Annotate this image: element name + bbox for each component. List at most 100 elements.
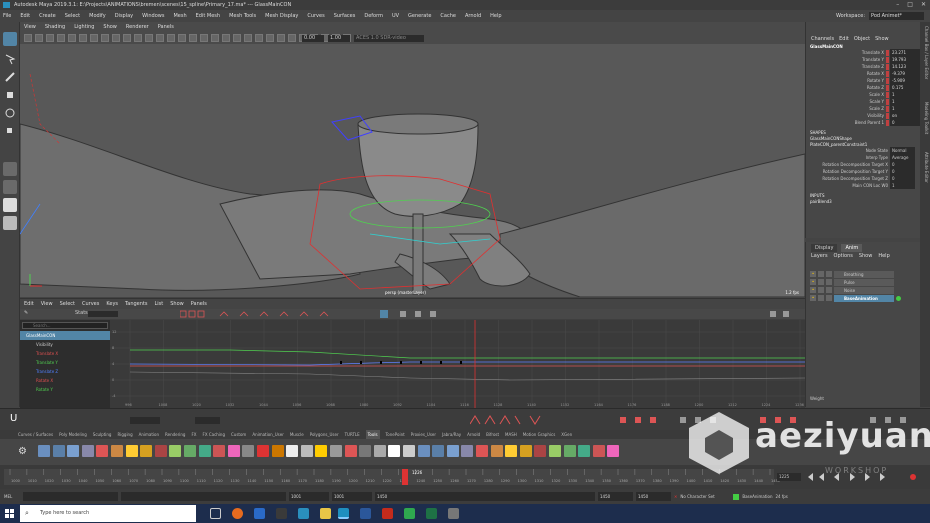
channel-value[interactable]: 14.123 bbox=[890, 63, 920, 70]
shelf-tab[interactable]: Sculpting bbox=[93, 430, 112, 439]
shelf-tool-icon[interactable] bbox=[198, 445, 211, 457]
word-icon[interactable] bbox=[360, 508, 371, 519]
constraint-row[interactable]: Main CON Loc W0 1 bbox=[806, 182, 920, 189]
viewport-toolbar-icon[interactable] bbox=[277, 34, 285, 42]
channel-value[interactable]: -9.379 bbox=[890, 70, 920, 77]
viewport-toolbar-icon[interactable] bbox=[233, 34, 241, 42]
shelf-tab[interactable]: Animation bbox=[139, 430, 159, 439]
outliner-row[interactable]: Visibility bbox=[20, 340, 110, 349]
move-tool-icon[interactable] bbox=[3, 88, 17, 102]
channel-row[interactable]: Rotate Y -5.909 bbox=[806, 77, 920, 84]
shelf-tab[interactable]: Arnold bbox=[467, 430, 480, 439]
viewport-field-a[interactable]: 0.00 bbox=[302, 35, 324, 42]
shelf-tool-icon[interactable] bbox=[549, 445, 561, 457]
app-icon-2[interactable] bbox=[276, 508, 287, 519]
anim-layer-label[interactable]: BaseAnimation bbox=[742, 494, 772, 499]
shelf-tool-icon[interactable] bbox=[213, 445, 226, 457]
layer-menu-layers[interactable]: Layers bbox=[811, 252, 828, 260]
shelf-tab[interactable]: TURTLE bbox=[345, 430, 360, 439]
range-end-b-field[interactable]: 1450 bbox=[636, 492, 671, 501]
viewport-toolbar-icon[interactable] bbox=[178, 34, 186, 42]
viewport-toolbar-icon[interactable] bbox=[90, 34, 98, 42]
layer-visibility-icon[interactable]: • bbox=[810, 295, 816, 301]
menu-deform[interactable]: Deform bbox=[364, 13, 383, 19]
shelf-tool-icon[interactable] bbox=[344, 445, 357, 457]
layer-name[interactable]: Pulse bbox=[834, 278, 894, 286]
viewport-toolbar-icon[interactable] bbox=[35, 34, 43, 42]
shelf-tool-icon[interactable] bbox=[578, 445, 591, 457]
layer-menu-help[interactable]: Help bbox=[878, 252, 889, 260]
menu-windows[interactable]: Windows bbox=[142, 13, 164, 19]
channel-row[interactable]: Translate X 23.271 bbox=[806, 49, 920, 56]
shelf-tool-icon[interactable] bbox=[257, 445, 269, 457]
layer-name[interactable]: Noise bbox=[834, 286, 894, 294]
viewport-toolbar-icon[interactable] bbox=[57, 34, 65, 42]
channel-row[interactable]: Visibility on bbox=[806, 112, 920, 119]
layer-menu-show[interactable]: Show bbox=[859, 252, 873, 260]
menu-mesh[interactable]: Mesh bbox=[173, 13, 186, 19]
rotate-tool-icon[interactable] bbox=[3, 106, 17, 120]
side-tab-modeling-toolkit[interactable]: Modeling Toolkit bbox=[924, 102, 929, 134]
layer-name[interactable]: BaseAnimation bbox=[834, 294, 894, 302]
channel-row[interactable]: Scale Y 1 bbox=[806, 98, 920, 105]
viewport-toolbar-icon[interactable] bbox=[24, 34, 32, 42]
graph-menu-view[interactable]: View bbox=[41, 299, 53, 309]
viewport-toolbar-icon[interactable] bbox=[200, 34, 208, 42]
lasso-tool-icon[interactable] bbox=[3, 52, 17, 66]
channel-tab-object[interactable]: Object bbox=[854, 36, 870, 44]
channel-tab-show[interactable]: Show bbox=[875, 36, 889, 44]
shelf-tool-icon[interactable] bbox=[300, 445, 313, 457]
shelf-tab[interactable]: FX bbox=[191, 430, 196, 439]
taskbar-search-input[interactable]: Type here to search bbox=[20, 505, 196, 522]
shelf-tab[interactable]: Rigging bbox=[117, 430, 132, 439]
app-icon-3[interactable] bbox=[298, 508, 309, 519]
graph-menu-panels[interactable]: Panels bbox=[191, 299, 207, 309]
channel-tab-edit[interactable]: Edit bbox=[839, 36, 849, 44]
3d-viewport[interactable]: persp (masterLayer) 1.2 fps bbox=[20, 44, 805, 297]
layer-lock-icon[interactable] bbox=[826, 295, 832, 301]
shelf-tab[interactable]: TonePoint bbox=[386, 430, 405, 439]
current-frame-field[interactable]: 1225 bbox=[777, 473, 801, 481]
shelf-tool-icon[interactable] bbox=[446, 445, 459, 457]
workspace-dropdown[interactable]: Pod Animet* bbox=[869, 12, 924, 20]
shelf-tab[interactable]: Tools bbox=[365, 430, 380, 439]
graph-tangent-icons[interactable] bbox=[470, 414, 920, 426]
menu-curves[interactable]: Curves bbox=[307, 13, 324, 19]
viewport-menu-shading[interactable]: Shading bbox=[45, 22, 65, 32]
menu-file[interactable]: File bbox=[3, 13, 11, 19]
graph-key-icon[interactable]: ✎ bbox=[24, 310, 28, 316]
shelf-tool-icon[interactable] bbox=[373, 445, 386, 457]
viewport-toolbar-icon[interactable] bbox=[112, 34, 120, 42]
maya-taskbar-icon[interactable] bbox=[338, 508, 349, 519]
channel-row[interactable]: Blend Parent 1 0 bbox=[806, 119, 920, 126]
shelf-tab[interactable]: Motion Graphics bbox=[523, 430, 556, 439]
stats-field[interactable] bbox=[88, 311, 118, 317]
character-set-label[interactable]: No Character Set bbox=[680, 494, 730, 499]
viewport-toolbar-icon[interactable] bbox=[79, 34, 87, 42]
anim-layer-row[interactable]: • Noise bbox=[810, 286, 920, 294]
side-tab-attribute-editor[interactable]: Attribute Editor bbox=[924, 152, 929, 183]
fps-label[interactable]: 24 fps bbox=[776, 494, 788, 499]
layer-mute-icon[interactable] bbox=[818, 295, 824, 301]
playback-controls[interactable] bbox=[805, 472, 925, 482]
outliner-row[interactable]: Translate Y bbox=[20, 358, 110, 367]
layer-mute-icon[interactable] bbox=[818, 287, 824, 293]
maximize-button[interactable]: □ bbox=[907, 0, 913, 10]
shelf-tool-icon[interactable] bbox=[286, 445, 299, 457]
shelf-tab[interactable]: XGen bbox=[561, 430, 572, 439]
shelf-tool-icon[interactable] bbox=[81, 445, 94, 457]
viewport-menu-panels[interactable]: Panels bbox=[158, 22, 174, 32]
outliner-row[interactable]: Rotate X bbox=[20, 376, 110, 385]
shelf-tool-icon[interactable] bbox=[227, 445, 240, 457]
layer-lock-icon[interactable] bbox=[826, 287, 832, 293]
shelf-tab[interactable]: Custom bbox=[231, 430, 246, 439]
anim-layer-row[interactable]: • Breathing bbox=[810, 270, 920, 278]
shelf-tool-icon[interactable] bbox=[242, 445, 255, 457]
constraint-attr-value[interactable]: 0 bbox=[890, 161, 915, 168]
graph-menu-keys[interactable]: Keys bbox=[106, 299, 118, 309]
shelf-tool-icon[interactable] bbox=[184, 445, 196, 457]
shelf-tab[interactable]: FX Caching bbox=[203, 430, 225, 439]
shelf-tool-icon[interactable] bbox=[125, 445, 138, 457]
graph-menu-edit[interactable]: Edit bbox=[24, 299, 34, 309]
shelf-tool-icon[interactable] bbox=[607, 445, 620, 457]
